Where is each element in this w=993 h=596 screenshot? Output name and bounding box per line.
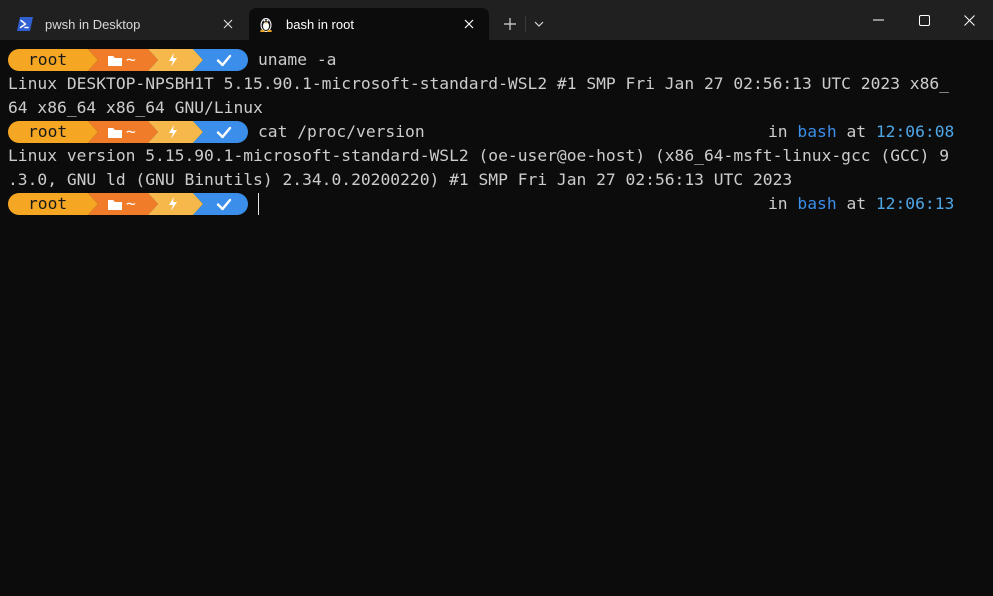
checkmark-icon	[216, 193, 234, 215]
right-prompt-in: in	[768, 122, 788, 141]
lightning-icon	[167, 193, 181, 215]
powershell-icon	[17, 16, 33, 32]
lightning-icon	[167, 121, 181, 143]
right-prompt-time: 12:06:08	[875, 122, 955, 141]
lightning-icon	[167, 49, 181, 71]
checkmark-icon	[216, 49, 234, 71]
prompt: root ~	[8, 48, 250, 72]
output-line: 64 x86_64 x86_64 GNU/Linux	[8, 98, 263, 117]
output-line: Linux version 5.15.90.1-microsoft-standa…	[8, 146, 950, 165]
title-bar: pwsh in Desktop bash in root	[0, 0, 993, 40]
output-line: .3.0, GNU ld (GNU Binutils) 2.34.0.20200…	[8, 170, 793, 189]
new-tab-button[interactable]	[496, 10, 524, 38]
text-cursor	[258, 193, 259, 215]
terminal-window: pwsh in Desktop bash in root root ~ unam…	[0, 0, 993, 596]
prompt-user: root	[28, 122, 68, 141]
right-prompt-at: at	[846, 194, 867, 213]
right-prompt: in bash at 12:06:13	[768, 192, 954, 216]
prompt-path: ~	[126, 194, 136, 213]
close-tab-icon[interactable]	[455, 10, 483, 38]
minimize-icon	[873, 19, 884, 21]
right-prompt-in: in	[768, 194, 788, 213]
right-prompt: in bash at 12:06:08	[768, 120, 954, 144]
close-icon	[964, 14, 975, 26]
close-tab-icon[interactable]	[214, 10, 242, 38]
linux-tux-icon	[258, 16, 274, 32]
maximize-icon	[919, 14, 930, 26]
checkmark-icon	[216, 121, 234, 143]
right-prompt-time: 12:06:13	[875, 194, 955, 213]
command-text: cat /proc/version	[258, 122, 425, 141]
terminal-output[interactable]: root ~ uname -a Linux DESKTOP-NPSBH1T 5.…	[0, 40, 993, 596]
minimize-button[interactable]	[855, 0, 902, 40]
tab-bash[interactable]: bash in root	[249, 8, 489, 40]
tab-pwsh[interactable]: pwsh in Desktop	[8, 8, 248, 40]
prompt: root ~	[8, 120, 250, 144]
folder-icon	[107, 121, 125, 143]
right-prompt-shell: bash	[797, 194, 837, 213]
prompt-user: root	[28, 50, 68, 69]
folder-icon	[107, 193, 125, 215]
folder-icon	[107, 49, 125, 71]
right-prompt-shell: bash	[797, 122, 837, 141]
output-line: Linux DESKTOP-NPSBH1T 5.15.90.1-microsof…	[8, 74, 950, 93]
tab-title: pwsh in Desktop	[45, 16, 141, 32]
plus-icon	[504, 18, 516, 30]
close-window-button[interactable]	[946, 0, 993, 40]
tab-title: bash in root	[286, 16, 354, 32]
command-text: uname -a	[258, 50, 337, 69]
prompt-path: ~	[126, 122, 136, 141]
maximize-button[interactable]	[901, 0, 948, 40]
right-prompt-at: at	[846, 122, 867, 141]
prompt-path: ~	[126, 50, 136, 69]
tab-dropdown-button[interactable]	[526, 10, 552, 38]
chevron-down-icon	[534, 21, 544, 27]
prompt-user: root	[28, 194, 68, 213]
prompt: root ~	[8, 192, 250, 216]
